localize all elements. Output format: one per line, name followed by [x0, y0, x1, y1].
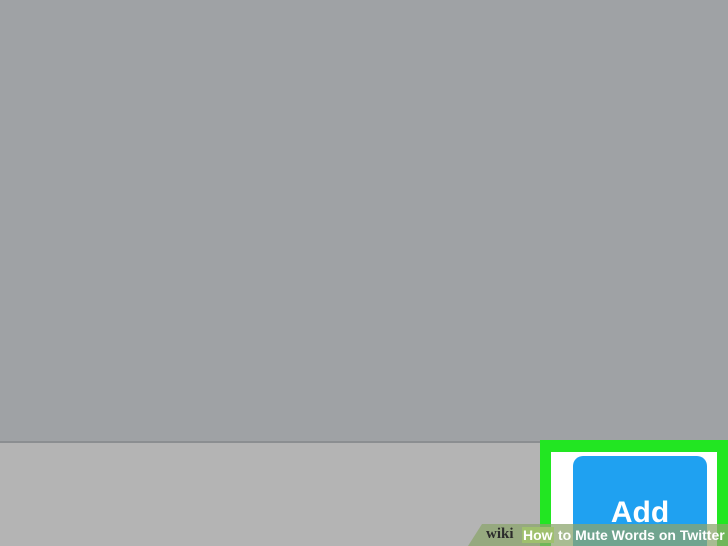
- main-content-area: [0, 0, 728, 443]
- watermark-title: to Mute Words on Twitter: [558, 527, 725, 543]
- watermark-how: How: [522, 527, 554, 543]
- wikihow-watermark: wiki How to Mute Words on Twitter: [468, 524, 728, 546]
- watermark-brand: wiki: [486, 526, 514, 542]
